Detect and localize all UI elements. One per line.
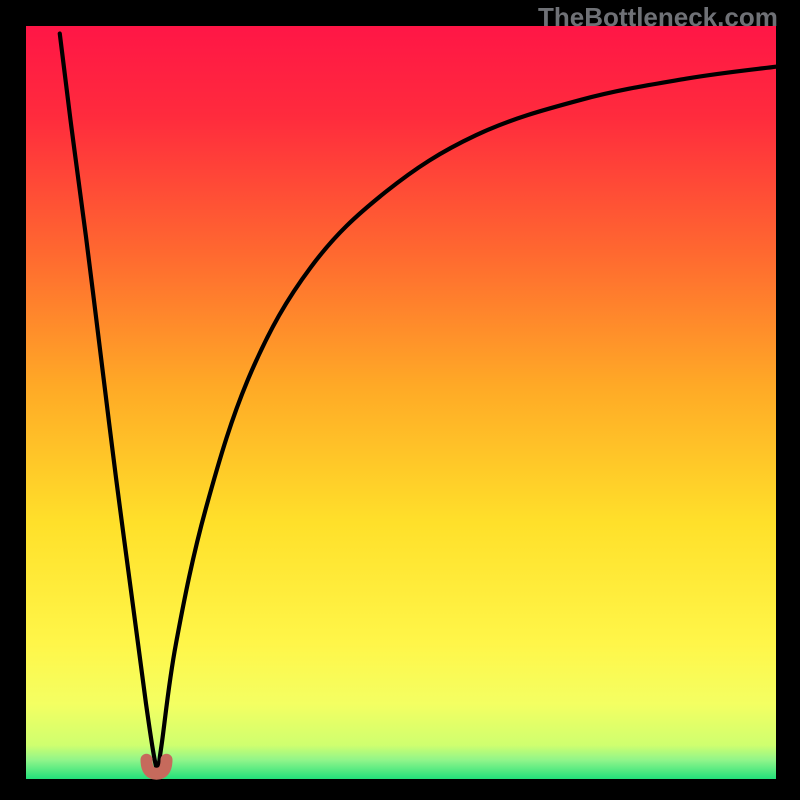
min-marker (0, 0, 800, 800)
min-marker-path (147, 760, 167, 774)
chart-stage: TheBottleneck.com (0, 0, 800, 800)
